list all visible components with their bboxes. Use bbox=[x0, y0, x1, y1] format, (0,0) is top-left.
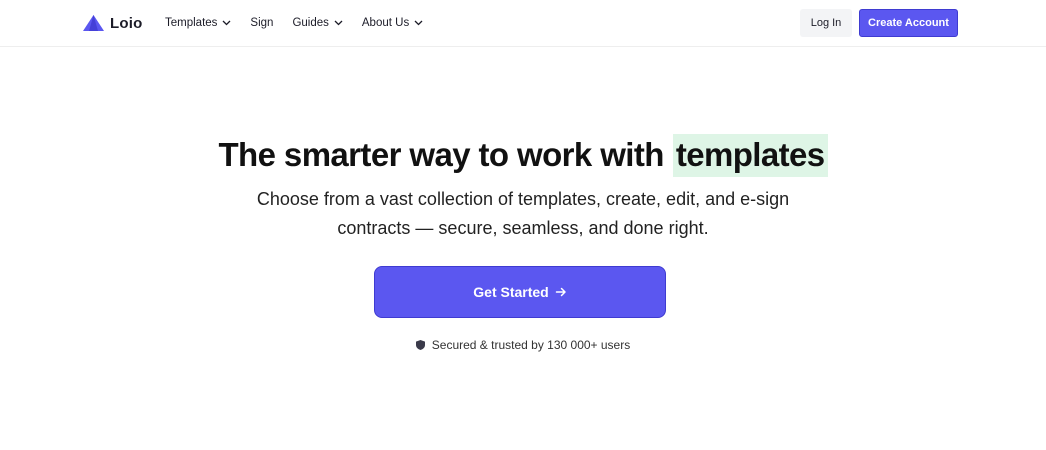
create-account-button[interactable]: Create Account bbox=[859, 9, 958, 37]
nav-item-label: Sign bbox=[250, 17, 274, 29]
chevron-down-icon bbox=[222, 20, 231, 26]
brand-name: Loio bbox=[110, 14, 143, 32]
nav-item-label: About Us bbox=[361, 17, 410, 29]
trust-badge: Secured & trusted by 130 000+ users bbox=[0, 337, 1046, 353]
main-nav: Templates Sign Guides About Us bbox=[165, 15, 442, 31]
hero-title-highlight: templates bbox=[672, 133, 828, 177]
hero-subtitle: Choose from a vast collection of templat… bbox=[0, 185, 1046, 243]
chevron-down-icon bbox=[334, 20, 343, 26]
nav-item-sign[interactable]: Sign bbox=[250, 17, 273, 29]
nav-item-about-us[interactable]: About Us bbox=[362, 17, 423, 29]
hero-subtitle-line: contracts — secure, seamless, and done r… bbox=[337, 218, 709, 238]
arrow-right-icon bbox=[555, 287, 566, 297]
nav-item-label: Guides bbox=[292, 17, 329, 29]
hero-title: The smarter way to work with templates bbox=[0, 132, 1046, 178]
nav-item-label: Templates bbox=[165, 17, 218, 29]
loio-mountain-logo-icon bbox=[83, 15, 104, 31]
chevron-down-icon bbox=[414, 20, 423, 26]
shield-icon bbox=[415, 340, 425, 350]
nav-item-guides[interactable]: Guides bbox=[292, 17, 343, 29]
hero-title-text: The smarter way to work with bbox=[218, 136, 665, 173]
trust-text: Secured & trusted by 130 000+ users bbox=[431, 338, 631, 352]
get-started-button[interactable]: Get Started bbox=[374, 266, 666, 318]
brand-logo[interactable]: Loio bbox=[83, 13, 142, 33]
top-navigation-bar: Loio Templates Sign Guides About Us Log … bbox=[0, 0, 1046, 47]
hero-subtitle-line: Choose from a vast collection of templat… bbox=[256, 189, 790, 209]
get-started-label: Get Started bbox=[473, 284, 549, 300]
login-button[interactable]: Log In bbox=[800, 9, 852, 37]
nav-item-templates[interactable]: Templates bbox=[165, 17, 231, 29]
